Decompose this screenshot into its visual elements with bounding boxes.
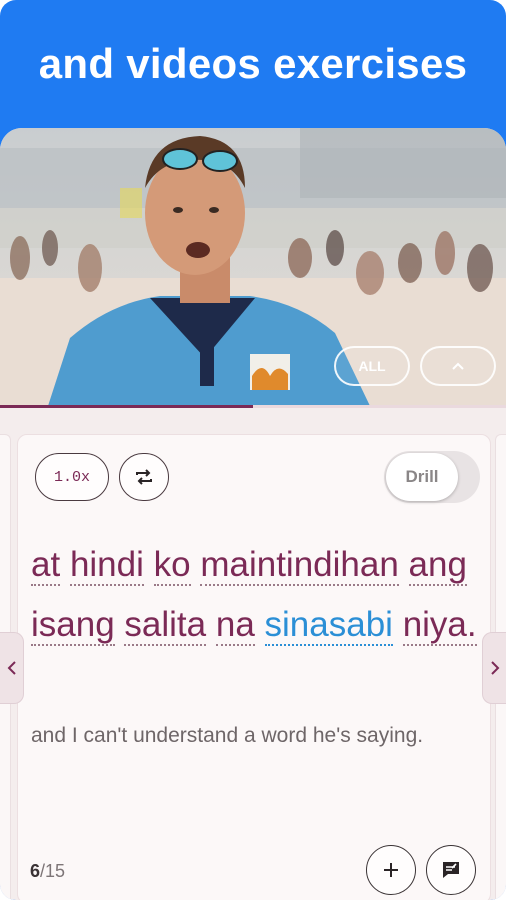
- drill-label: Drill: [405, 467, 439, 486]
- drill-toggle-knob: Drill: [386, 453, 458, 501]
- collapse-video-button[interactable]: [420, 346, 496, 386]
- add-phrase-button[interactable]: [366, 845, 416, 895]
- chevron-right-icon: [490, 661, 499, 675]
- previous-phrase-button[interactable]: [0, 632, 24, 704]
- chevron-left-icon: [7, 661, 16, 675]
- next-phrase-button[interactable]: [482, 632, 506, 704]
- phrase-word[interactable]: maintindihan: [200, 545, 399, 586]
- phrase-word[interactable]: ang: [408, 545, 467, 586]
- translation-text: and I can't understand a word he's sayin…: [31, 724, 424, 747]
- playback-speed-label: 1.0x: [53, 468, 90, 486]
- phrase-word[interactable]: niya.: [402, 605, 477, 646]
- video-player[interactable]: ALL: [0, 128, 506, 406]
- app-frame: and videos exercises ALL 1.0x Drill at h…: [0, 0, 506, 900]
- feedback-button[interactable]: [426, 845, 476, 895]
- phrase-card: 1.0x Drill at hindi ko maintindihan ang …: [17, 434, 491, 900]
- phrase-word[interactable]: at: [31, 545, 61, 586]
- target-language-phrase: at hindi ko maintindihan ang isang salit…: [31, 535, 481, 655]
- phrase-word[interactable]: sinasabi: [264, 605, 393, 646]
- drill-toggle[interactable]: Drill: [384, 451, 480, 503]
- comment-icon: [443, 862, 459, 878]
- show-all-label: ALL: [358, 358, 386, 374]
- show-all-button[interactable]: ALL: [334, 346, 410, 386]
- phrase-word[interactable]: ko: [153, 545, 191, 586]
- repeat-icon: [136, 469, 152, 485]
- phrase-word[interactable]: salita: [124, 605, 207, 646]
- repeat-button[interactable]: [119, 453, 169, 501]
- promo-banner: and videos exercises: [0, 0, 506, 128]
- phrase-word[interactable]: isang: [31, 605, 115, 646]
- plus-icon: [384, 863, 398, 877]
- video-progress-bar[interactable]: [0, 405, 506, 408]
- phrase-word[interactable]: hindi: [69, 545, 144, 586]
- video-progress-fill: [0, 405, 253, 408]
- phrase-word[interactable]: na: [215, 605, 255, 646]
- counter-total: /15: [40, 861, 66, 881]
- app-screen: ALL 1.0x Drill at hindi ko maintindihan …: [0, 128, 506, 900]
- chevron-up-icon: [452, 362, 464, 370]
- playback-speed-button[interactable]: 1.0x: [35, 453, 109, 501]
- banner-title: and videos exercises: [38, 40, 468, 87]
- phrase-counter: 6/15: [30, 861, 65, 882]
- counter-current: 6: [30, 861, 41, 881]
